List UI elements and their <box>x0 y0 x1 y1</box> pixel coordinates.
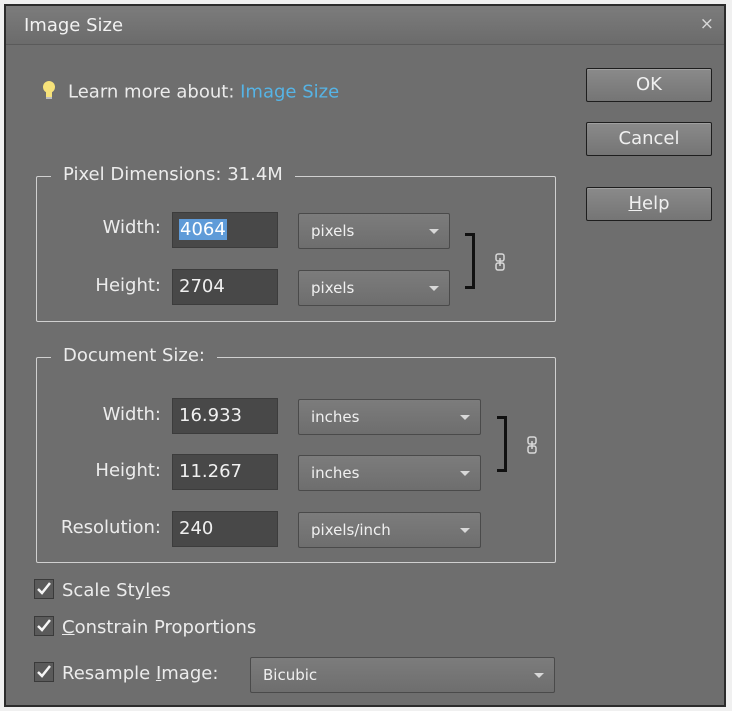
lightbulb-icon <box>42 80 56 105</box>
scale-styles-label-a: Scale Sty <box>62 580 146 601</box>
resolution-unit-select[interactable]: pixels/inch <box>298 512 481 548</box>
help-button-label: elp <box>642 193 670 214</box>
pixel-height-value: 2704 <box>179 276 225 297</box>
constrain-accesskey: C <box>62 617 75 638</box>
close-icon[interactable]: × <box>700 14 714 34</box>
resample-method-select[interactable]: Bicubic <box>250 657 555 693</box>
document-height-unit-select[interactable]: inches <box>298 455 481 491</box>
pixel-dimensions-legend: Pixel Dimensions: 31.4M <box>51 164 295 185</box>
chain-link-icon <box>495 253 505 275</box>
constrain-proportions-checkbox[interactable]: Constrain Proportions <box>34 616 257 638</box>
pixel-width-unit: pixels <box>311 222 355 240</box>
scale-styles-checkbox[interactable]: Scale Styles <box>34 579 171 601</box>
pixel-height-unit-select[interactable]: pixels <box>298 270 450 306</box>
scale-styles-label-b: es <box>150 580 171 601</box>
pixel-width-value: 4064 <box>179 219 227 240</box>
pixel-height-unit: pixels <box>311 279 355 297</box>
pixel-dimensions-group: Pixel Dimensions: 31.4M Width: 4064 pixe… <box>36 164 556 322</box>
title-bar[interactable]: Image Size × <box>6 6 724 45</box>
document-height-input[interactable]: 11.267 <box>172 454 278 490</box>
document-width-unit-select[interactable]: inches <box>298 399 481 435</box>
ok-button[interactable]: OK <box>586 68 712 102</box>
chevron-down-icon <box>460 528 470 533</box>
chain-link-icon <box>527 436 537 458</box>
document-width-label: Width: <box>102 404 161 425</box>
document-height-value: 11.267 <box>179 461 242 482</box>
checkbox-box <box>34 662 54 682</box>
image-size-dialog: Image Size × Learn more about: Image Siz… <box>4 4 726 707</box>
chevron-down-icon <box>429 229 439 234</box>
cancel-button[interactable]: Cancel <box>586 122 712 156</box>
help-button[interactable]: Help <box>586 187 712 221</box>
constrain-label: onstrain Proportions <box>74 617 257 638</box>
checkbox-box <box>34 616 54 636</box>
help-button-accesskey: H <box>628 193 643 214</box>
resample-label-b: mage: <box>161 663 219 684</box>
resample-label-a: Resample <box>62 663 156 684</box>
document-height-unit: inches <box>311 464 360 482</box>
checkbox-box <box>34 579 54 599</box>
dialog-title: Image Size <box>24 15 124 36</box>
constrain-bracket <box>497 416 507 472</box>
pixel-height-label: Height: <box>95 275 161 296</box>
chevron-down-icon <box>460 471 470 476</box>
document-size-legend: Document Size: <box>51 345 217 366</box>
document-width-value: 16.933 <box>179 405 242 426</box>
resolution-unit: pixels/inch <box>311 521 391 539</box>
pixel-width-input[interactable]: 4064 <box>172 212 278 248</box>
pixel-width-label: Width: <box>102 217 161 238</box>
document-size-group: Document Size: Width: 16.933 inches Heig… <box>36 345 556 563</box>
document-width-unit: inches <box>311 408 360 426</box>
resolution-input[interactable]: 240 <box>172 511 278 547</box>
resolution-label: Resolution: <box>60 517 161 538</box>
chevron-down-icon <box>429 286 439 291</box>
resample-image-checkbox[interactable]: Resample Image: <box>34 662 219 684</box>
pixel-height-input[interactable]: 2704 <box>172 269 278 305</box>
pixel-width-unit-select[interactable]: pixels <box>298 213 450 249</box>
chevron-down-icon <box>460 415 470 420</box>
document-width-input[interactable]: 16.933 <box>172 398 278 434</box>
learn-more-link[interactable]: Image Size <box>240 82 339 103</box>
resample-method: Bicubic <box>263 666 318 684</box>
constrain-bracket <box>465 233 475 289</box>
resolution-value: 240 <box>179 518 214 539</box>
learn-more: Learn more about: Image Size <box>42 80 339 105</box>
learn-more-label: Learn more about: <box>68 81 235 103</box>
chevron-down-icon <box>534 673 544 678</box>
document-height-label: Height: <box>95 460 161 481</box>
